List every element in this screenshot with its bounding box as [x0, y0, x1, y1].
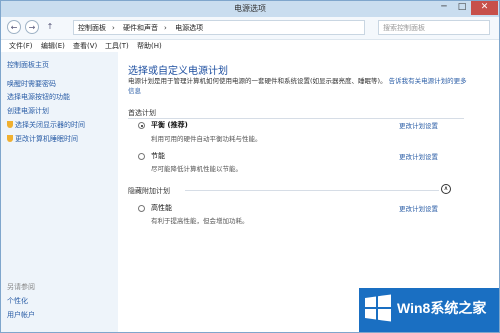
- change-balanced-settings-link[interactable]: 更改计划设置: [399, 120, 438, 130]
- sidebar-item-label: 选择关闭显示器的时间: [15, 121, 85, 129]
- sidebar-item-wake-password[interactable]: 唤醒时需要密码: [7, 79, 56, 89]
- menu-file[interactable]: 文件(F): [9, 41, 33, 51]
- sidebar-control-panel-home[interactable]: 控制面板主页: [7, 60, 49, 70]
- watermark-text: Win8系统之家: [397, 300, 487, 316]
- hidden-plans-heading: 隐藏附加计划: [128, 187, 170, 195]
- breadcrumb-power-options[interactable]: 电源选项: [175, 24, 203, 32]
- sidebar-item-display-off[interactable]: 选择关闭显示器的时间: [7, 120, 85, 130]
- see-also-heading: 另请参阅: [7, 283, 35, 291]
- search-input[interactable]: 搜索控制面板: [378, 20, 490, 35]
- minimize-button[interactable]: ─: [435, 1, 453, 15]
- window-title: 电源选项: [234, 4, 266, 13]
- maximize-button[interactable]: □: [453, 1, 471, 15]
- watermark-logo: Win8系统之家: [359, 288, 499, 332]
- description-text: 电源计划是用于管理计算机如何使用电源的一套硬件和系统设置(如显示器亮度、睡眠等)…: [128, 77, 387, 85]
- menu-tools[interactable]: 工具(T): [105, 41, 129, 51]
- breadcrumb-control-panel[interactable]: 控制面板: [78, 24, 106, 32]
- change-saver-settings-link[interactable]: 更改计划设置: [399, 151, 438, 161]
- plan-balanced-desc: 利用可用的硬件自动平衡功耗与性能。: [151, 135, 262, 143]
- moon-icon: [7, 135, 13, 142]
- address-bar: ← → ↑ 控制面板 › 硬件和声音 › 电源选项 搜索控制面板: [1, 17, 499, 40]
- plan-saver-radio[interactable]: [138, 153, 145, 160]
- divider: [185, 190, 439, 191]
- sidebar-item-sleep-time[interactable]: 更改计算机睡眠时间: [7, 134, 78, 144]
- breadcrumb-hardware-sound[interactable]: 硬件和声音: [123, 24, 158, 32]
- forward-arrow-icon[interactable]: →: [25, 20, 39, 34]
- monitor-icon: [7, 121, 13, 128]
- page-title: 选择或自定义电源计划: [128, 66, 228, 77]
- page-description: 电源计划是用于管理计算机如何使用电源的一套硬件和系统设置(如显示器亮度、睡眠等)…: [128, 76, 468, 96]
- title-bar: 电源选项 ─ □ ✕: [1, 1, 499, 17]
- breadcrumb-separator: ›: [164, 24, 167, 32]
- plan-high-perf-radio[interactable]: [138, 205, 145, 212]
- divider: [128, 118, 464, 119]
- plan-saver-desc: 尽可能降低计算机性能以节能。: [151, 165, 242, 173]
- close-button[interactable]: ✕: [471, 1, 498, 15]
- plan-balanced-name[interactable]: 平衡 (推荐): [151, 120, 188, 130]
- menu-edit[interactable]: 编辑(E): [41, 41, 65, 51]
- collapse-chevron-up-icon[interactable]: ∧: [441, 184, 451, 194]
- menu-help[interactable]: 帮助(H): [137, 41, 162, 51]
- change-high-perf-settings-link[interactable]: 更改计划设置: [399, 203, 438, 213]
- breadcrumb[interactable]: 控制面板 › 硬件和声音 › 电源选项: [73, 20, 365, 35]
- windows-logo-icon: [365, 294, 391, 322]
- menu-bar: 文件(F) 编辑(E) 查看(V) 工具(T) 帮助(H): [1, 39, 499, 52]
- breadcrumb-separator: ›: [112, 24, 115, 32]
- sidebar-item-create-plan[interactable]: 创建电源计划: [7, 106, 49, 116]
- sidebar-item-label: 更改计算机睡眠时间: [15, 135, 78, 143]
- plan-saver-name[interactable]: 节能: [151, 151, 165, 161]
- power-options-window: 电源选项 ─ □ ✕ ← → ↑ 控制面板 › 硬件和声音 › 电源选项 搜索控制面…: [0, 0, 500, 333]
- sidebar: 控制面板主页 唤醒时需要密码 选择电源按钮的功能 创建电源计划 选择关闭显示器的…: [1, 52, 118, 332]
- plan-balanced-radio[interactable]: [138, 122, 145, 129]
- sidebar-item-personalization[interactable]: 个性化: [7, 296, 28, 306]
- preferred-plans-heading: 首选计划: [128, 109, 156, 117]
- plan-high-perf-name[interactable]: 高性能: [151, 203, 172, 213]
- up-arrow-icon[interactable]: ↑: [43, 20, 57, 34]
- plan-high-perf-desc: 有利于提高性能，但会增加功耗。: [151, 217, 249, 225]
- menu-view[interactable]: 查看(V): [73, 41, 97, 51]
- sidebar-item-power-button[interactable]: 选择电源按钮的功能: [7, 92, 70, 102]
- back-arrow-icon[interactable]: ←: [7, 20, 21, 34]
- sidebar-item-user-accounts[interactable]: 用户帐户: [7, 310, 35, 320]
